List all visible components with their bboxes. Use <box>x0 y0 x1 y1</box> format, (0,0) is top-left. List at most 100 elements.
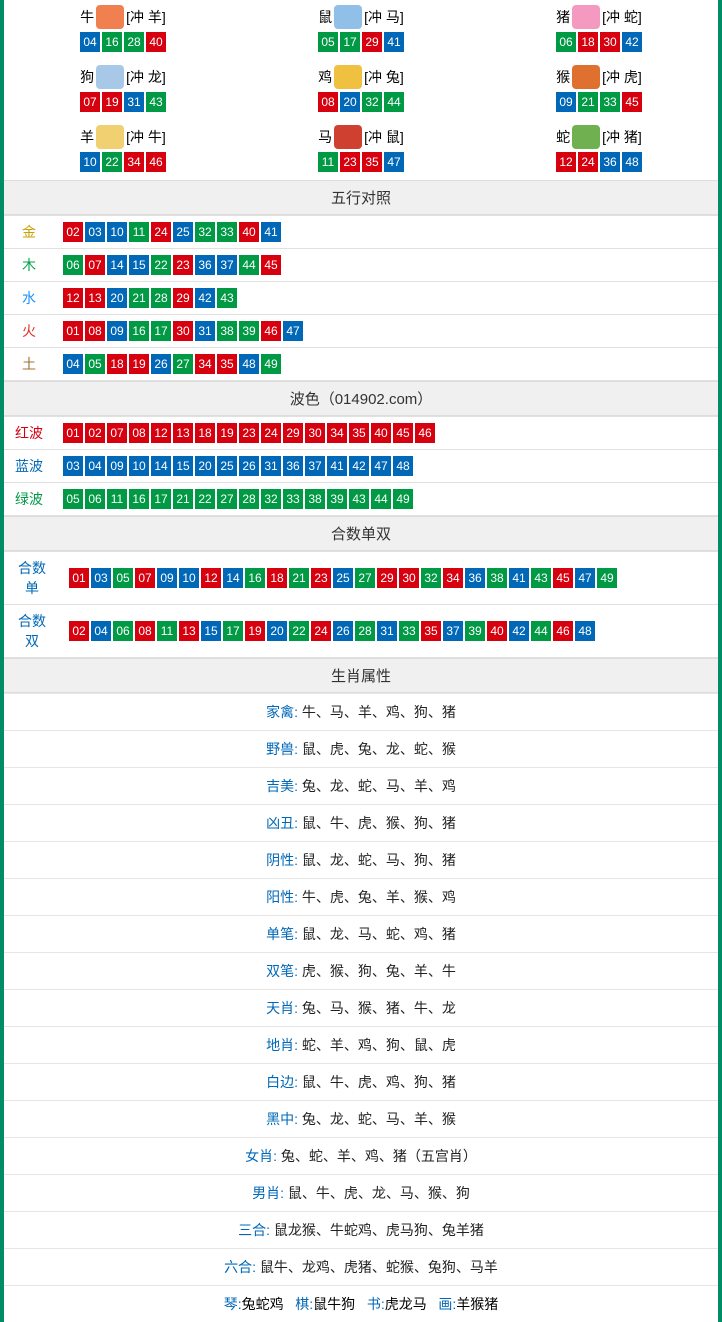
prop-cell: 阴性: 鼠、龙、蛇、马、狗、猪 <box>4 842 718 879</box>
prop-key: 地肖: <box>266 1037 302 1053</box>
number-badge: 02 <box>69 621 89 641</box>
number-badge: 40 <box>239 222 259 242</box>
prop-row: 黑中: 兔、龙、蛇、马、羊、猴 <box>4 1101 718 1138</box>
number-badge: 33 <box>399 621 419 641</box>
number-badge: 28 <box>239 489 259 509</box>
zodiac-nums: 10223446 <box>4 152 242 172</box>
number-badge: 41 <box>261 222 281 242</box>
prop-row: 吉美: 兔、龙、蛇、马、羊、鸡 <box>4 768 718 805</box>
data-row: 土04051819262734354849 <box>4 348 718 381</box>
prop-value: 鼠、牛、虎、龙、马、猴、狗 <box>288 1185 470 1201</box>
number-badge: 32 <box>195 222 215 242</box>
prop-row: 男肖: 鼠、牛、虎、龙、马、猴、狗 <box>4 1175 718 1212</box>
number-badge: 45 <box>393 423 413 443</box>
row-label: 合数双 <box>4 605 60 658</box>
number-badge: 08 <box>129 423 149 443</box>
number-badge: 27 <box>355 568 375 588</box>
number-badge: 10 <box>179 568 199 588</box>
zodiac-clash: [冲 蛇] <box>602 7 642 27</box>
row-values: 06071415222336374445 <box>54 249 718 282</box>
zodiac-title: 马[冲 鼠] <box>242 125 480 149</box>
prop-row: 三合: 鼠龙猴、牛蛇鸡、虎马狗、兔羊猪 <box>4 1212 718 1249</box>
prop-row: 单笔: 鼠、龙、马、蛇、鸡、猪 <box>4 916 718 953</box>
number-badge: 35 <box>217 354 237 374</box>
number-badge: 20 <box>195 456 215 476</box>
qqsh-value: 鼠牛狗 <box>313 1296 355 1312</box>
number-badge: 40 <box>487 621 507 641</box>
number-badge: 25 <box>173 222 193 242</box>
bose-table: 红波0102070812131819232429303435404546蓝波03… <box>4 416 718 516</box>
number-badge: 22 <box>151 255 171 275</box>
number-badge: 15 <box>129 255 149 275</box>
number-badge: 46 <box>415 423 435 443</box>
row-values: 0204060811131517192022242628313335373940… <box>60 605 718 658</box>
prop-key: 黑中: <box>266 1111 302 1127</box>
prop-value: 兔、龙、蛇、马、羊、猴 <box>302 1111 456 1127</box>
zodiac-name: 鸡 <box>318 67 332 87</box>
row-values: 1213202128294243 <box>54 282 718 315</box>
number-badge: 19 <box>217 423 237 443</box>
number-badge: 30 <box>600 32 620 52</box>
number-badge: 32 <box>421 568 441 588</box>
zodiac-nums: 12243648 <box>480 152 718 172</box>
prop-cell: 双笔: 虎、猴、狗、兔、羊、牛 <box>4 953 718 990</box>
number-badge: 30 <box>305 423 325 443</box>
number-badge: 17 <box>151 489 171 509</box>
number-badge: 13 <box>85 288 105 308</box>
zodiac-nums: 11233547 <box>242 152 480 172</box>
number-badge: 11 <box>318 152 338 172</box>
prop-key: 单笔: <box>266 926 302 942</box>
number-badge: 17 <box>223 621 243 641</box>
number-badge: 21 <box>129 288 149 308</box>
number-badge: 13 <box>179 621 199 641</box>
prop-row: 阳性: 牛、虎、兔、羊、猴、鸡 <box>4 879 718 916</box>
number-badge: 46 <box>553 621 573 641</box>
number-badge: 09 <box>107 456 127 476</box>
prop-row: 双笔: 虎、猴、狗、兔、羊、牛 <box>4 953 718 990</box>
prop-value: 鼠龙猴、牛蛇鸡、虎马狗、兔羊猪 <box>274 1222 484 1238</box>
data-row: 绿波05061116172122272832333839434449 <box>4 483 718 516</box>
number-badge: 43 <box>349 489 369 509</box>
row-values: 0103050709101214161821232527293032343638… <box>60 552 718 605</box>
number-badge: 11 <box>107 489 127 509</box>
number-badge: 02 <box>85 423 105 443</box>
number-badge: 24 <box>311 621 331 641</box>
number-badge: 15 <box>201 621 221 641</box>
prop-key: 六合: <box>224 1259 260 1275</box>
number-badge: 18 <box>195 423 215 443</box>
number-badge: 48 <box>393 456 413 476</box>
data-row: 火0108091617303138394647 <box>4 315 718 348</box>
number-badge: 49 <box>393 489 413 509</box>
number-badge: 06 <box>85 489 105 509</box>
number-badge: 48 <box>575 621 595 641</box>
number-badge: 26 <box>239 456 259 476</box>
number-badge: 36 <box>600 152 620 172</box>
number-badge: 27 <box>173 354 193 374</box>
number-badge: 49 <box>597 568 617 588</box>
prop-value: 牛、马、羊、鸡、狗、猪 <box>302 704 456 720</box>
zodiac-cell: 猴[冲 虎]09213345 <box>480 60 718 120</box>
number-badge: 16 <box>245 568 265 588</box>
number-badge: 36 <box>283 456 303 476</box>
number-badge: 04 <box>80 32 100 52</box>
number-badge: 22 <box>289 621 309 641</box>
zodiac-cell: 狗[冲 龙]07193143 <box>4 60 242 120</box>
prop-cell: 家禽: 牛、马、羊、鸡、狗、猪 <box>4 694 718 731</box>
number-badge: 41 <box>509 568 529 588</box>
prop-cell: 天肖: 兔、马、猴、猪、牛、龙 <box>4 990 718 1027</box>
number-badge: 28 <box>355 621 375 641</box>
number-badge: 45 <box>261 255 281 275</box>
zodiac-nums: 09213345 <box>480 92 718 112</box>
number-badge: 48 <box>622 152 642 172</box>
number-badge: 42 <box>509 621 529 641</box>
number-badge: 12 <box>151 423 171 443</box>
number-badge: 07 <box>135 568 155 588</box>
number-badge: 08 <box>135 621 155 641</box>
row-label: 土 <box>4 348 54 381</box>
prop-key: 天肖: <box>266 1000 302 1016</box>
number-badge: 21 <box>578 92 598 112</box>
prop-key: 阴性: <box>266 852 302 868</box>
prop-value: 鼠、龙、蛇、马、狗、猪 <box>302 852 456 868</box>
number-badge: 24 <box>261 423 281 443</box>
number-badge: 47 <box>384 152 404 172</box>
